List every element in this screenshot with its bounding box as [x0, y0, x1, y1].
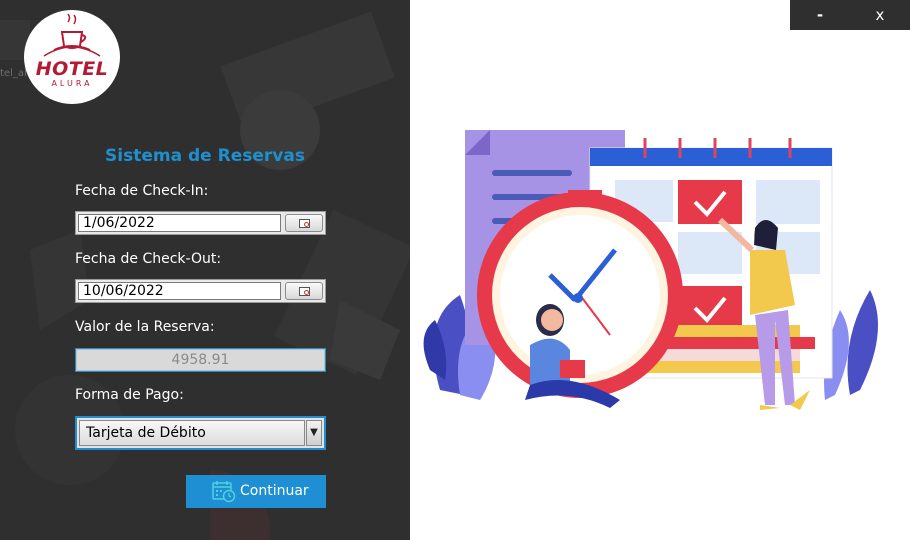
hotel-logo: HOTEL ALURA	[24, 10, 120, 104]
window-controls: - x	[790, 0, 910, 30]
reservation-window: tel_al HOTEL ALURA Sistema de Reservas F…	[0, 0, 910, 540]
form-title: Sistema de Reservas	[105, 146, 305, 166]
checkin-date-picker: 1/06/2022	[75, 211, 326, 235]
coffee-cup-icon	[43, 13, 101, 57]
payment-method-value: Tarjeta de Débito	[79, 420, 305, 446]
payment-label: Forma de Pago:	[75, 387, 184, 403]
calendar-icon	[299, 219, 310, 228]
checkout-date-picker: 10/06/2022	[75, 279, 326, 303]
checkin-label: Fecha de Check-In:	[75, 183, 209, 199]
checkout-label: Fecha de Check-Out:	[75, 251, 222, 267]
continue-button-label: Continuar	[240, 483, 309, 499]
calendar-icon	[299, 287, 310, 296]
checkin-calendar-button[interactable]	[285, 214, 323, 232]
continue-button[interactable]: Continuar	[186, 475, 326, 508]
reservation-value-field: 4958.91	[75, 348, 326, 372]
close-button[interactable]: x	[850, 3, 910, 27]
checkout-calendar-button[interactable]	[285, 282, 323, 300]
value-label: Valor de la Reserva:	[75, 319, 215, 335]
checkin-date-input[interactable]: 1/06/2022	[78, 214, 281, 232]
background-caption: tel_al	[0, 68, 27, 79]
checkout-date-input[interactable]: 10/06/2022	[78, 282, 281, 300]
logo-text: HOTEL	[35, 58, 109, 80]
left-panel: tel_al HOTEL ALURA Sistema de Reservas F…	[0, 0, 410, 540]
logo-subtext: ALURA	[51, 79, 93, 88]
minimize-button[interactable]: -	[790, 3, 850, 27]
payment-method-select[interactable]: Tarjeta de Débito ▼	[75, 416, 326, 450]
calendar-clock-icon	[212, 481, 236, 503]
booking-illustration	[423, 130, 878, 410]
chevron-down-icon[interactable]: ▼	[306, 420, 322, 446]
